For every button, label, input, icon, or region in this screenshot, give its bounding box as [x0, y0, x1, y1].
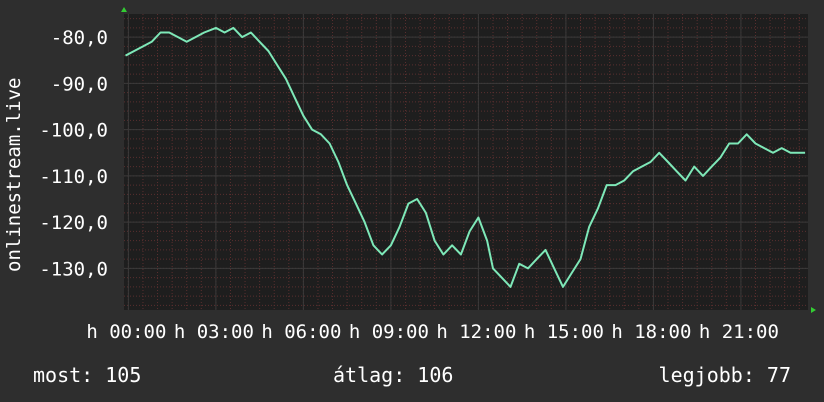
y-tick-label: -110,0: [39, 166, 108, 188]
plot-area: [124, 14, 808, 310]
x-tick-label: h 09:00: [349, 321, 429, 343]
x-tick-label: h 15:00: [524, 321, 604, 343]
y-tick-label: -130,0: [39, 258, 108, 280]
signal-chart: -80,0 -90,0 -100,0 -110,0 -120,0 -130,0 h 00:…: [0, 0, 824, 402]
x-tick-label: h 12:00: [436, 321, 516, 343]
x-tick-label: h 18:00: [611, 321, 691, 343]
y-tick-label: -120,0: [39, 212, 108, 234]
y-tick-label: -80,0: [51, 27, 108, 49]
x-tick-label: h 21:00: [699, 321, 779, 343]
y-tick-label: -100,0: [39, 120, 108, 142]
best-value: legjobb: 77: [658, 363, 791, 387]
average-value: átlag: 106: [333, 363, 454, 387]
current-value: most: 105: [33, 363, 142, 387]
y-axis-label: onlinestream.live: [3, 78, 25, 272]
x-tick-label: h 03:00: [174, 321, 254, 343]
x-tick-label: h 06:00: [261, 321, 341, 343]
y-tick-label: -90,0: [51, 73, 108, 95]
x-tick-label: h 00:00: [86, 321, 166, 343]
